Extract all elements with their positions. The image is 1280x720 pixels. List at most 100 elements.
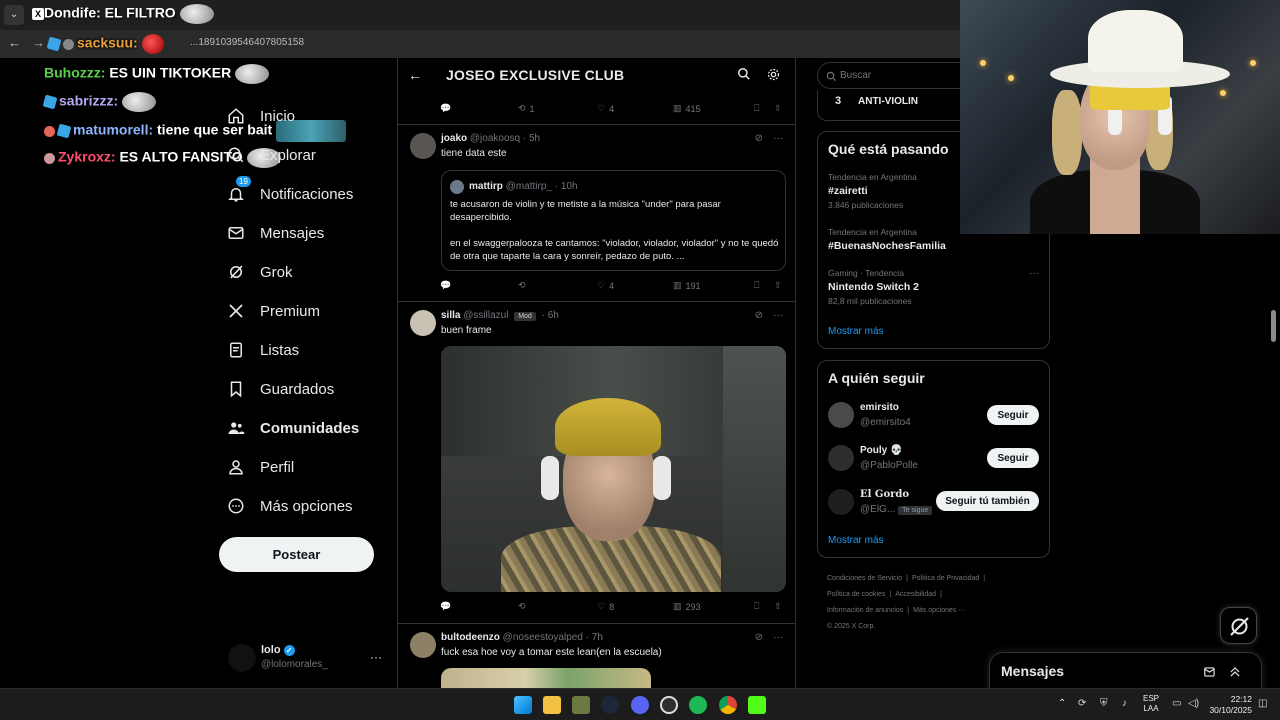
show-more-link[interactable]: Mostrar más: [828, 535, 884, 546]
chevron-up-icon[interactable]: ⌃: [1058, 698, 1066, 709]
browser-tab[interactable]: Dondife: EL FILTRO: [44, 4, 214, 24]
show-more-link[interactable]: Mostrar más: [828, 326, 884, 337]
post-more-icon[interactable]: ···: [773, 310, 783, 321]
follow-name[interactable]: Pouly 💀: [860, 445, 902, 456]
nav-mensajes[interactable]: Mensajes: [226, 223, 324, 243]
steam-icon[interactable]: [601, 696, 619, 714]
nav-notificaciones[interactable]: 19 Notificaciones: [226, 176, 353, 204]
reply-button[interactable]: 💬: [440, 103, 455, 114]
monitor-icon[interactable]: ▭: [1172, 698, 1181, 709]
bookmark-icon[interactable]: ⎕: [754, 103, 759, 114]
footer-link[interactable]: Condiciones de Servicio: [827, 575, 902, 582]
app-icon[interactable]: [572, 696, 590, 714]
post-time[interactable]: · 5h: [523, 133, 540, 144]
views-button[interactable]: ▥ 293: [673, 601, 701, 612]
follow-back-button[interactable]: Seguir tú también: [936, 491, 1039, 511]
avatar[interactable]: [410, 310, 436, 336]
reply-button[interactable]: 💬: [440, 280, 455, 291]
notification-bell-icon[interactable]: ◫: [1258, 698, 1267, 709]
avatar[interactable]: [410, 133, 436, 159]
nav-grok[interactable]: Grok: [226, 262, 293, 282]
repost-button[interactable]: ⟲: [518, 280, 530, 291]
rank-name[interactable]: ANTI-VIOLIN: [858, 96, 918, 107]
language-indicator[interactable]: ESP LAA: [1143, 694, 1159, 714]
post-handle[interactable]: @joakoosq: [470, 133, 520, 144]
browser-forward-icon[interactable]: →: [32, 35, 45, 50]
footer-link[interactable]: Accesibilidad: [895, 591, 936, 598]
account-switcher[interactable]: lolo ✓ @lolomorales_ ···: [228, 640, 388, 680]
shield-icon[interactable]: ⛨: [1100, 698, 1108, 709]
page-scrollbar[interactable]: [1271, 310, 1276, 342]
share-icon[interactable]: ⇧: [774, 280, 782, 291]
footer-link[interactable]: Política de Privacidad: [912, 575, 979, 582]
grok-explain-icon[interactable]: ⊘: [755, 310, 763, 321]
repost-button[interactable]: ⟲ 1: [518, 103, 535, 114]
views-button[interactable]: ▥ 191: [673, 280, 701, 291]
follow-name[interactable]: El Gordo: [860, 489, 909, 500]
nav-comunidades[interactable]: Comunidades: [226, 418, 359, 438]
post-author[interactable]: joako: [441, 133, 467, 144]
nav-perfil[interactable]: Perfil: [226, 457, 294, 477]
mic-icon[interactable]: ♪: [1122, 698, 1127, 709]
volume-icon[interactable]: ◁): [1188, 698, 1199, 709]
browser-back-icon[interactable]: ←: [8, 35, 21, 50]
post-image[interactable]: [441, 668, 651, 688]
like-button[interactable]: ♡ 8: [597, 601, 614, 612]
new-message-icon[interactable]: [1203, 665, 1217, 684]
discord-icon[interactable]: [631, 696, 649, 714]
post-author[interactable]: silla: [441, 310, 460, 321]
avatar[interactable]: [828, 445, 854, 471]
nav-listas[interactable]: Listas: [226, 340, 299, 360]
like-button[interactable]: ♡ 4: [597, 103, 614, 114]
tab-search-dropdown[interactable]: ⌄: [4, 5, 24, 25]
spotify-icon[interactable]: [689, 696, 707, 714]
nav-inicio[interactable]: Inicio: [226, 106, 295, 126]
search-icon[interactable]: [737, 67, 753, 83]
account-more-icon[interactable]: ···: [370, 650, 382, 664]
avatar[interactable]: [828, 489, 854, 515]
chevron-up-icon[interactable]: [1228, 665, 1242, 684]
post-image[interactable]: [441, 346, 786, 592]
chrome-icon[interactable]: [719, 696, 737, 714]
reply-button[interactable]: 💬: [440, 601, 455, 612]
nav-guardados[interactable]: Guardados: [226, 379, 334, 399]
footer-link[interactable]: Información de anuncios: [827, 607, 903, 614]
like-button[interactable]: ♡ 4: [597, 280, 614, 291]
bookmark-icon[interactable]: ⎕: [754, 601, 759, 612]
post-author[interactable]: bultodeenzo: [441, 632, 500, 643]
post-more-icon[interactable]: ···: [773, 133, 783, 144]
post-more-icon[interactable]: ···: [773, 632, 783, 643]
sync-icon[interactable]: ⟳: [1078, 698, 1086, 709]
trend-more-icon[interactable]: ···: [1029, 268, 1039, 279]
avatar[interactable]: [828, 402, 854, 428]
follow-button[interactable]: Seguir: [987, 405, 1039, 425]
views-button[interactable]: ▥ 415: [673, 103, 701, 114]
quoted-post[interactable]: mattirp @mattirp_ · 10h te acusaron de v…: [441, 170, 786, 271]
messages-drawer[interactable]: Mensajes: [989, 652, 1262, 692]
system-clock[interactable]: 22:12 30/10/2025: [1206, 694, 1252, 716]
share-icon[interactable]: ⇧: [774, 103, 782, 114]
follow-button[interactable]: Seguir: [987, 448, 1039, 468]
kick-icon[interactable]: [748, 696, 766, 714]
post-time[interactable]: · 6h: [542, 310, 559, 321]
nav-premium[interactable]: Premium: [226, 301, 320, 321]
follow-name[interactable]: emirsito: [860, 402, 899, 413]
obs-icon[interactable]: [660, 696, 678, 714]
avatar[interactable]: [410, 632, 436, 658]
footer-link[interactable]: Política de cookies: [827, 591, 885, 598]
nav-explorar[interactable]: Explorar: [226, 145, 316, 165]
post-handle[interactable]: @noseestoyalped: [503, 632, 583, 643]
grok-explain-icon[interactable]: ⊘: [755, 632, 763, 643]
grok-explain-icon[interactable]: ⊘: [755, 133, 763, 144]
nav-mas-opciones[interactable]: Más opciones: [226, 496, 353, 516]
share-icon[interactable]: ⇧: [774, 601, 782, 612]
gear-icon[interactable]: [766, 67, 782, 83]
grok-floating-button[interactable]: [1220, 607, 1257, 644]
file-explorer-icon[interactable]: [543, 696, 561, 714]
search-input[interactable]: Buscar: [817, 62, 962, 89]
windows-start-icon[interactable]: [514, 696, 532, 714]
post-time[interactable]: · 7h: [586, 632, 603, 643]
post-handle[interactable]: @ssillazul: [463, 310, 508, 321]
back-arrow-icon[interactable]: ←: [408, 67, 422, 83]
footer-link[interactable]: Más opciones ···: [913, 607, 965, 614]
